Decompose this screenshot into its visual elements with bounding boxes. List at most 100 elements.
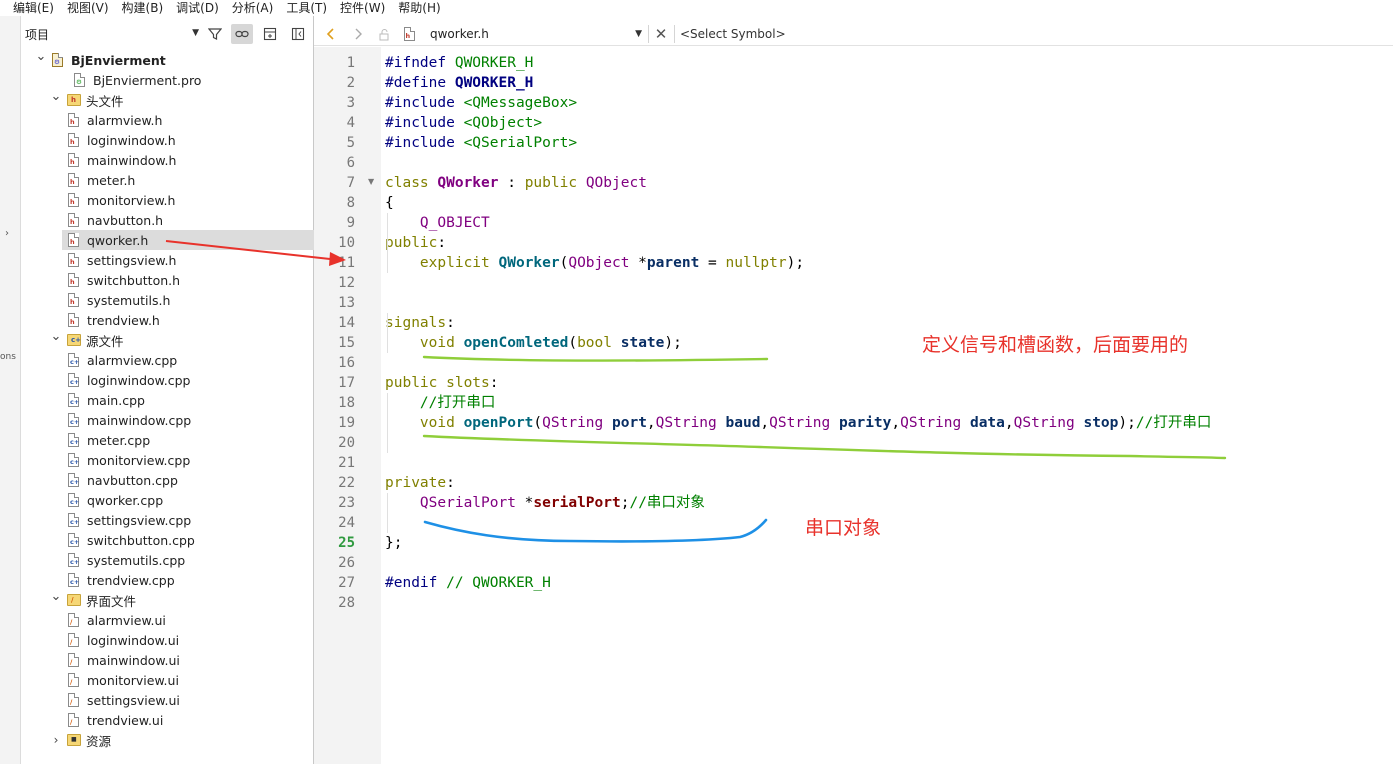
collapse-arrow-icon[interactable]: ⌄	[50, 589, 62, 604]
line-number: 14	[338, 315, 355, 331]
symbol-select[interactable]: <Select Symbol>	[680, 24, 786, 44]
h-file-icon: h	[68, 313, 79, 327]
tree-item[interactable]: h trendview.h	[21, 310, 314, 330]
tree-item[interactable]: h settingsview.h	[21, 250, 314, 270]
tree-item[interactable]: h systemutils.h	[21, 290, 314, 310]
filter-icon[interactable]	[204, 24, 226, 44]
code-token: private	[385, 475, 447, 491]
tree-item-label: alarmview.ui	[87, 612, 166, 628]
collapse-arrow-icon[interactable]: ⌄	[50, 329, 62, 344]
menu-item[interactable]: 编辑(E)	[0, 0, 61, 16]
tree-item[interactable]: / mainwindow.ui	[21, 650, 314, 670]
code-token: port	[612, 415, 647, 431]
tree-item[interactable]: h qworker.h	[62, 230, 314, 250]
tree-item[interactable]: c+ navbutton.cpp	[21, 470, 314, 490]
tree-item[interactable]: h meter.h	[21, 170, 314, 190]
code-token: explicit	[419, 255, 499, 271]
h-file-icon: h	[68, 213, 79, 227]
menu-item[interactable]: 控件(W)	[334, 0, 392, 16]
tree-item[interactable]: / trendview.ui	[21, 710, 314, 730]
split-add-icon[interactable]	[259, 24, 281, 44]
open-file-name: qworker.h	[430, 27, 489, 41]
menu-item[interactable]: 视图(V)	[61, 0, 116, 16]
tree-item-label: trendview.ui	[87, 712, 164, 728]
h-file-icon: h	[68, 293, 79, 307]
tree-item[interactable]: c+ switchbutton.cpp	[21, 530, 314, 550]
tree-item[interactable]: c+ meter.cpp	[21, 430, 314, 450]
tree-item[interactable]: c+ loginwindow.cpp	[21, 370, 314, 390]
project-view-select[interactable]: 项目 ▼	[21, 24, 199, 44]
pro-file-icon: ⚙	[74, 73, 85, 87]
toolbar-divider	[648, 25, 649, 43]
tree-item[interactable]: / loginwindow.ui	[21, 630, 314, 650]
tree-item[interactable]: › ■ 资源	[21, 730, 314, 750]
tree-item[interactable]: c+ settingsview.cpp	[21, 510, 314, 530]
menu-item[interactable]: 调试(D)	[170, 0, 226, 16]
cpp-file-icon: c+	[68, 493, 79, 507]
code-token: Q_OBJECT	[419, 215, 490, 231]
close-sidebar-icon[interactable]	[287, 24, 309, 44]
tree-item[interactable]: h loginwindow.h	[21, 130, 314, 150]
tree-item[interactable]: h monitorview.h	[21, 190, 314, 210]
h-file-icon: h	[68, 113, 79, 127]
code-line: #include <QMessageBox>	[385, 93, 577, 113]
open-file-select[interactable]: qworker.h ▼	[420, 24, 646, 44]
cpp-file-icon: c+	[68, 373, 79, 387]
tree-item[interactable]: c+ qworker.cpp	[21, 490, 314, 510]
h-file-icon: h	[68, 133, 79, 147]
collapse-arrow-icon[interactable]: ⌄	[35, 49, 47, 64]
lock-icon[interactable]	[374, 24, 394, 44]
tree-item[interactable]: ⌄ h 头文件	[21, 89, 314, 110]
tree-item[interactable]: ⚙ BjEnvierment.pro	[21, 70, 314, 90]
tree-item[interactable]: h mainwindow.h	[21, 150, 314, 170]
tree-item[interactable]: / settingsview.ui	[21, 690, 314, 710]
code-line: {	[385, 193, 394, 213]
line-number: 20	[338, 435, 355, 451]
link-icon[interactable]	[231, 24, 253, 44]
code-token: QObject	[585, 175, 647, 191]
code-line: #define QWORKER_H	[385, 73, 533, 93]
tree-item[interactable]: c+ alarmview.cpp	[21, 350, 314, 370]
indent-guide	[387, 313, 388, 353]
tree-item[interactable]: ⌄ c+ 源文件	[21, 329, 314, 350]
tree-item-label: switchbutton.h	[87, 272, 181, 288]
code-token: #ifndef	[385, 55, 455, 71]
code-token: state	[620, 335, 665, 351]
code-token: #include	[385, 115, 464, 131]
serial-annotation: 串口对象	[805, 517, 882, 539]
collapse-arrow-icon[interactable]: ⌄	[50, 89, 62, 104]
tree-item[interactable]: c+ monitorview.cpp	[21, 450, 314, 470]
tree-item[interactable]: c+ mainwindow.cpp	[21, 410, 314, 430]
close-icon[interactable]: ✕	[652, 24, 670, 44]
tree-item[interactable]: / alarmview.ui	[21, 610, 314, 630]
tree-item[interactable]: c+ trendview.cpp	[21, 570, 314, 590]
tree-item[interactable]: ⌄ ⚙ BjEnvierment	[21, 49, 314, 70]
expand-arrow-icon[interactable]: ›	[5, 228, 9, 239]
tree-item[interactable]: h navbutton.h	[21, 210, 314, 230]
expand-arrow-icon[interactable]: ›	[50, 733, 62, 747]
tree-item[interactable]: h alarmview.h	[21, 110, 314, 130]
forward-icon[interactable]	[347, 24, 369, 44]
tree-item-label: qworker.cpp	[87, 492, 164, 508]
tree-item[interactable]: h switchbutton.h	[21, 270, 314, 290]
back-icon[interactable]	[320, 24, 342, 44]
tree-item[interactable]: / monitorview.ui	[21, 670, 314, 690]
line-number: 10	[338, 235, 355, 251]
code-token: #include	[385, 135, 464, 151]
code-token: //打开串口	[1135, 415, 1212, 431]
tree-item[interactable]: c+ main.cpp	[21, 390, 314, 410]
menu-item[interactable]: 帮助(H)	[392, 0, 447, 16]
code-line: };	[385, 533, 402, 553]
ui-file-icon: /	[68, 693, 79, 707]
fold-arrow-icon[interactable]: ▼	[368, 177, 374, 186]
menu-item[interactable]: 工具(T)	[280, 0, 334, 16]
code-line: #ifndef QWORKER_H	[385, 53, 533, 73]
h-file-icon: h	[68, 173, 79, 187]
code-editor[interactable]: #ifndef QWORKER_H #define QWORKER_H #inclu…	[381, 47, 1393, 764]
tree-item[interactable]: ⌄ / 界面文件	[21, 589, 314, 610]
menu-item[interactable]: 构建(B)	[116, 0, 171, 16]
menu-item[interactable]: 分析(A)	[226, 0, 281, 16]
tree-item[interactable]: c+ systemutils.cpp	[21, 550, 314, 570]
code-token: <QSerialPort>	[463, 135, 578, 151]
